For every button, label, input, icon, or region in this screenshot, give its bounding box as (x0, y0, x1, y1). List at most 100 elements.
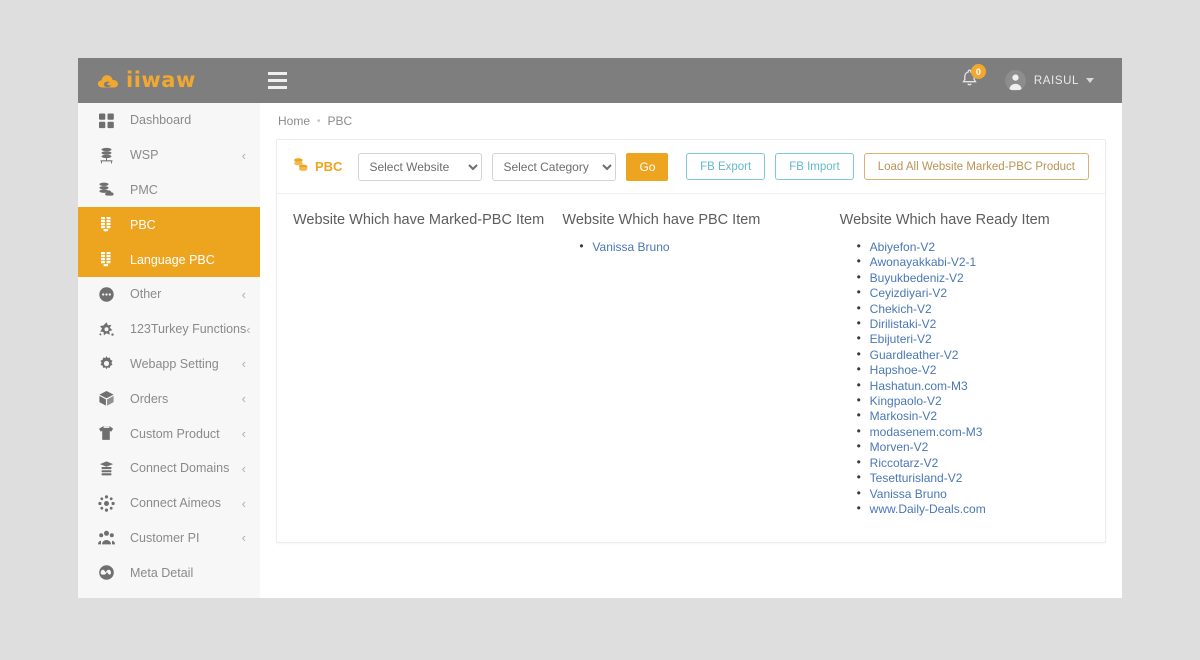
meta-infinity-icon (96, 563, 116, 583)
list-item[interactable]: Vanissa Bruno (870, 487, 1097, 502)
website-link[interactable]: Abiyefon-V2 (870, 240, 935, 254)
sparkle-icon (96, 319, 116, 339)
sidebar-item-label: Connect Aimeos (130, 496, 242, 510)
website-link[interactable]: Ceyizdiyari-V2 (870, 286, 947, 300)
gear-icon (96, 354, 116, 374)
hamburger-icon[interactable] (260, 58, 294, 103)
sidebar-item-language-pbc[interactable]: Language PBC (78, 242, 260, 277)
brand-logo[interactable]: iiwaw (78, 58, 260, 103)
website-link[interactable]: Tesetturisland-V2 (870, 471, 963, 485)
network-icon (96, 493, 116, 513)
list-item[interactable]: Vanissa Bruno (592, 240, 823, 255)
sidebar-item-label: 123Turkey Functions (130, 322, 246, 336)
chevron-left-icon[interactable]: ‹ (242, 427, 246, 440)
chevron-left-icon[interactable]: ‹ (242, 462, 246, 475)
sidebar-item-pmc[interactable]: PMC (78, 173, 260, 208)
sidebar-item-123turkey-functions[interactable]: 123Turkey Functions‹ (78, 312, 260, 347)
website-link[interactable]: Ebijuteri-V2 (870, 332, 932, 346)
top-navbar: iiwaw 0 RAISUL (78, 58, 1122, 103)
column-title: Website Which have Ready Item (840, 212, 1097, 228)
website-link[interactable]: Vanissa Bruno (592, 240, 669, 254)
sidebar-item-label: Webapp Setting (130, 357, 242, 371)
list-item[interactable]: Hashatun.com-M3 (870, 379, 1097, 394)
list-item[interactable]: Chekich-V2 (870, 302, 1097, 317)
list-item[interactable]: Guardleather-V2 (870, 348, 1097, 363)
stacked-layers-icon (96, 215, 116, 235)
list-item[interactable]: Morven-V2 (870, 440, 1097, 455)
website-link[interactable]: Kingpaolo-V2 (870, 394, 942, 408)
app-window: iiwaw 0 RAISUL (78, 58, 1122, 598)
load-all-marked-pbc-button[interactable]: Load All Website Marked-PBC Product (864, 153, 1089, 180)
breadcrumb-separator: • (317, 116, 321, 127)
list-item[interactable]: Riccotarz-V2 (870, 456, 1097, 471)
list-item[interactable]: Ebijuteri-V2 (870, 332, 1097, 347)
website-link[interactable]: Morven-V2 (870, 440, 929, 454)
chevron-left-icon[interactable]: ‹ (242, 531, 246, 544)
website-link[interactable]: Vanissa Bruno (870, 487, 947, 501)
avatar[interactable] (1005, 70, 1026, 91)
sidebar-item-other[interactable]: Other‹ (78, 277, 260, 312)
list-item[interactable]: Ceyizdiyari-V2 (870, 286, 1097, 301)
list-item[interactable]: Kingpaolo-V2 (870, 394, 1097, 409)
list-item[interactable]: Buyukbedeniz-V2 (870, 271, 1097, 286)
sidebar-item-label: Meta Detail (130, 566, 246, 580)
pbc-column-3: Website Which have Ready Item Abiyefon-V2… (832, 212, 1105, 517)
list-item[interactable]: Dirilistaki-V2 (870, 317, 1097, 332)
stacked-coins-icon (293, 157, 309, 176)
website-link[interactable]: Guardleather-V2 (870, 348, 959, 362)
website-link[interactable]: www.Daily-Deals.com (870, 502, 986, 516)
website-link[interactable]: Riccotarz-V2 (870, 456, 939, 470)
website-link[interactable]: Hashatun.com-M3 (870, 379, 968, 393)
chevron-left-icon[interactable]: ‹ (242, 392, 246, 405)
sidebar-item-label: Dashboard (130, 113, 246, 127)
website-list: Abiyefon-V2Awonayakkabi-V2-1 Buyukbedeniz… (840, 240, 1097, 517)
sidebar-item-custom-product[interactable]: Custom Product‹ (78, 416, 260, 451)
sidebar-item-label: PMC (130, 183, 246, 197)
sidebar-item-label: Custom Product (130, 427, 242, 441)
sidebar-item-orders[interactable]: Orders‹ (78, 381, 260, 416)
list-item[interactable]: Awonayakkabi-V2-1 (870, 255, 1097, 270)
website-link[interactable]: Hapshoe-V2 (870, 363, 937, 377)
list-item[interactable]: Hapshoe-V2 (870, 363, 1097, 378)
chevron-down-icon[interactable] (1086, 78, 1094, 83)
fb-export-button[interactable]: FB Export (686, 153, 765, 180)
list-item[interactable]: Tesetturisland-V2 (870, 471, 1097, 486)
notification-bell-button[interactable]: 0 (953, 58, 987, 103)
sidebar-item-label: Customer PI (130, 531, 242, 545)
sidebar-item-wsp[interactable]: WSP‹ (78, 138, 260, 173)
sidebar-item-connect-domains[interactable]: Connect Domains‹ (78, 451, 260, 486)
sidebar-item-label: Connect Domains (130, 461, 242, 475)
sidebar-item-customer-pi[interactable]: Customer PI‹ (78, 521, 260, 556)
website-link[interactable]: Buyukbedeniz-V2 (870, 271, 964, 285)
website-link[interactable]: Chekich-V2 (870, 302, 932, 316)
website-select[interactable]: Select Website (358, 153, 482, 181)
chevron-left-icon[interactable]: ‹ (242, 288, 246, 301)
website-link[interactable]: modasenem.com-M3 (870, 425, 983, 439)
go-button[interactable]: Go (626, 153, 668, 181)
sidebar-item-webapp-setting[interactable]: Webapp Setting‹ (78, 347, 260, 382)
website-link[interactable]: Dirilistaki-V2 (870, 317, 937, 331)
chevron-left-icon[interactable]: ‹ (242, 149, 246, 162)
chevron-left-icon[interactable]: ‹ (242, 497, 246, 510)
category-select[interactable]: Select Category (492, 153, 616, 181)
sidebar-item-connect-aimeos[interactable]: Connect Aimeos‹ (78, 486, 260, 521)
list-item[interactable]: modasenem.com-M3 (870, 425, 1097, 440)
chevron-left-icon[interactable]: ‹ (242, 357, 246, 370)
pbc-toolbar: PBC Select Website Select Category Go FB… (277, 140, 1105, 194)
pbc-panel: PBC Select Website Select Category Go FB… (276, 139, 1106, 543)
fb-import-button[interactable]: FB Import (775, 153, 853, 180)
sidebar-item-dashboard[interactable]: Dashboard (78, 103, 260, 138)
box-icon (96, 389, 116, 409)
list-item[interactable]: www.Daily-Deals.com (870, 502, 1097, 517)
sidebar-item-label: Language PBC (130, 253, 246, 267)
breadcrumb-home[interactable]: Home (278, 114, 310, 128)
user-name-label[interactable]: RAISUL (1034, 75, 1079, 87)
chevron-left-icon[interactable]: ‹ (246, 323, 250, 336)
list-item[interactable]: Markosin-V2 (870, 409, 1097, 424)
sidebar-item-label: Other (130, 287, 242, 301)
sidebar-item-pbc[interactable]: PBC (78, 207, 260, 242)
website-link[interactable]: Markosin-V2 (870, 409, 937, 423)
list-item[interactable]: Abiyefon-V2 (870, 240, 1097, 255)
sidebar-item-meta-detail[interactable]: Meta Detail (78, 555, 260, 590)
website-link[interactable]: Awonayakkabi-V2-1 (870, 255, 977, 269)
